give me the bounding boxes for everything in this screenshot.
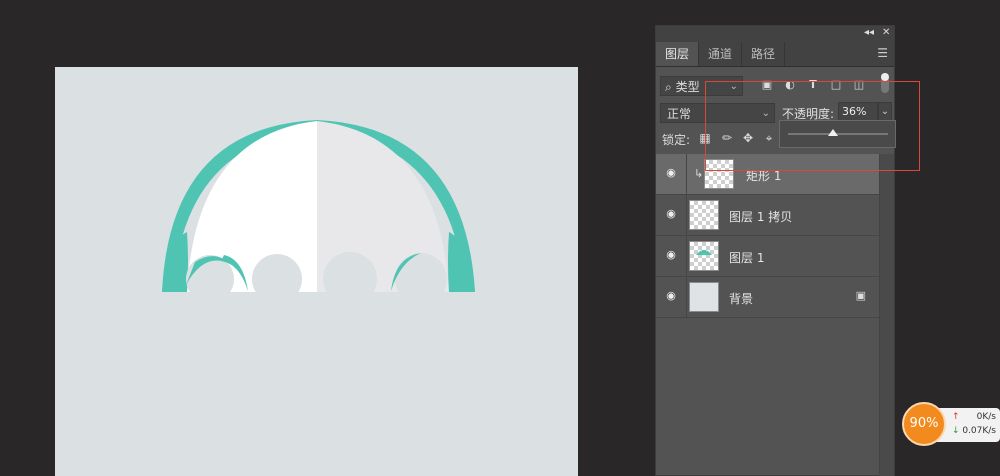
layers-scrollbar[interactable] <box>879 154 894 476</box>
highlight-box <box>705 81 920 171</box>
layer-name[interactable]: 背景 <box>729 290 753 307</box>
eye-icon[interactable]: ◉ <box>664 248 678 262</box>
upload-arrow-icon: ↑ <box>952 412 960 422</box>
tab-layers[interactable]: 图层 <box>656 42 700 66</box>
eye-icon[interactable]: ◉ <box>664 207 678 221</box>
close-icon[interactable]: ✕ <box>882 26 890 40</box>
filter-type-value: 类型 <box>675 80 700 94</box>
layer-row-layer-1[interactable]: ◉ 图层 1 <box>656 236 880 277</box>
download-speed: 0.07K/s <box>962 426 996 436</box>
layer-thumbnail <box>689 241 719 271</box>
layer-name[interactable]: 图层 1 拷贝 <box>729 208 792 225</box>
layer-name[interactable]: 图层 1 <box>729 249 764 266</box>
eye-icon[interactable]: ◉ <box>664 166 678 180</box>
document-canvas[interactable] <box>55 67 578 476</box>
menu-icon[interactable]: ☰ <box>877 46 888 60</box>
tab-channels[interactable]: 通道 <box>699 42 743 66</box>
layer-row-background[interactable]: ◉ 背景 ▣ <box>656 277 880 318</box>
usage-circle: 90% <box>902 402 946 446</box>
clipping-mask-icon: ↳ <box>694 167 704 180</box>
filter-toggle-knob <box>881 73 889 81</box>
layer-row-layer-1-copy[interactable]: ◉ 图层 1 拷贝 <box>656 195 880 236</box>
blend-mode-value: 正常 <box>667 107 692 121</box>
panel-tabs: 图层 通道 路径 ☰ <box>656 40 894 67</box>
lock-icon: ▣ <box>855 289 866 302</box>
lock-label: 锁定: <box>662 133 691 147</box>
umbrella-artwork <box>155 120 485 322</box>
layer-thumbnail <box>689 200 719 230</box>
collapse-panel-icon[interactable]: ◂◂ <box>864 26 874 40</box>
network-speed-widget[interactable]: 90% ↑ 0K/s ↓ 0.07K/s <box>902 400 1000 450</box>
layer-thumbnail <box>689 282 719 312</box>
upload-speed: 0K/s <box>976 412 996 422</box>
download-arrow-icon: ↓ <box>952 426 960 436</box>
umbrella-thumbnail-icon <box>696 250 712 255</box>
tab-paths[interactable]: 路径 <box>742 42 786 66</box>
panel-title-bar: ◂◂ ✕ <box>656 26 894 40</box>
search-icon: ⌕ <box>665 80 672 94</box>
layer-list: ◉ ↳ 矩形 1 ◉ 图层 1 拷贝 ◉ 图层 1 ◉ 背景 ▣ <box>656 154 880 318</box>
eye-icon[interactable]: ◉ <box>664 289 678 303</box>
